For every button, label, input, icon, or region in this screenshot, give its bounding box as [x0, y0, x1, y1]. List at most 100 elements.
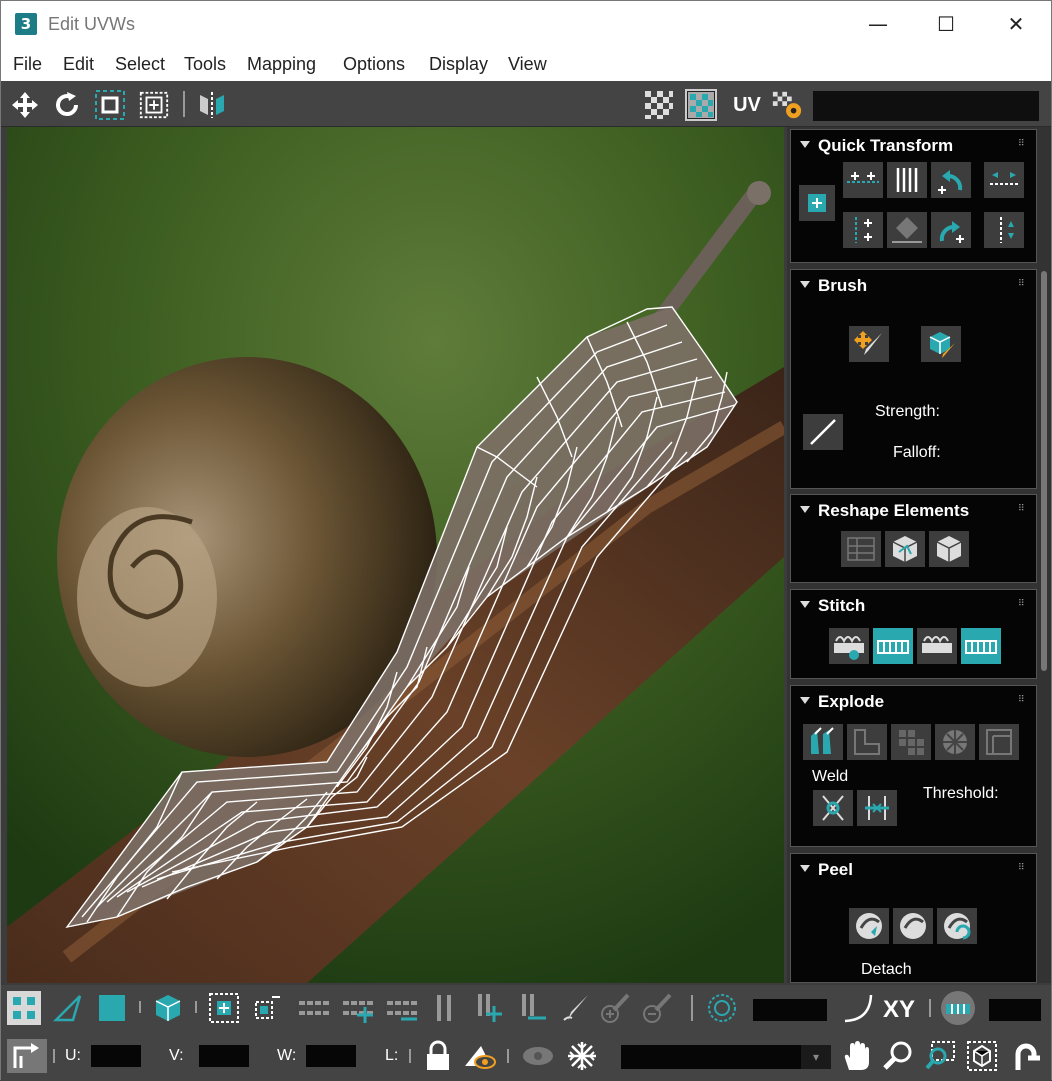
- target-weld-button[interactable]: [857, 790, 897, 826]
- flatten-by-smoothing-group-button[interactable]: [935, 724, 975, 760]
- stitch-custom-button[interactable]: [829, 628, 869, 664]
- brush-falloff-curve-button[interactable]: [803, 414, 843, 450]
- shrink-ring-icon[interactable]: [385, 991, 419, 1025]
- enlarge-brush-icon[interactable]: [599, 991, 633, 1025]
- panel-scrollbar[interactable]: [1041, 271, 1047, 671]
- move-icon[interactable]: [9, 89, 41, 121]
- menu-tools[interactable]: Tools: [184, 54, 226, 75]
- reset-peel-button[interactable]: [937, 908, 977, 944]
- lock-icon[interactable]: [421, 1039, 455, 1073]
- close-button[interactable]: ✕: [981, 1, 1051, 47]
- collapse-triangle-icon[interactable]: [800, 601, 810, 608]
- u-coordinate-field[interactable]: [91, 1045, 141, 1067]
- break-button[interactable]: [803, 724, 843, 760]
- texture-checker-toggle-icon[interactable]: [685, 89, 717, 121]
- drag-grip-icon[interactable]: ⠿: [1018, 599, 1026, 609]
- zoom-icon[interactable]: [881, 1039, 915, 1073]
- w-coordinate-field[interactable]: [306, 1045, 356, 1067]
- grow-ring-icon[interactable]: [341, 991, 375, 1025]
- grow-selection-icon[interactable]: [207, 991, 241, 1025]
- uv-channel-label[interactable]: UV: [728, 89, 766, 121]
- align-horizontal-button[interactable]: [843, 162, 883, 198]
- paint-move-brush-button[interactable]: [849, 326, 889, 362]
- selection-set-field[interactable]: [621, 1045, 801, 1069]
- menu-file[interactable]: File: [13, 54, 42, 75]
- rotate-icon[interactable]: [51, 89, 83, 121]
- hide-icon[interactable]: [463, 1039, 497, 1073]
- zoom-extents-icon[interactable]: [965, 1039, 999, 1073]
- peel-mode-button[interactable]: [893, 908, 933, 944]
- paint-select-icon[interactable]: [559, 991, 593, 1025]
- collapse-triangle-icon[interactable]: [800, 506, 810, 513]
- straighten-selection-button[interactable]: [841, 531, 881, 567]
- rollout-title[interactable]: Reshape Elements: [818, 501, 969, 521]
- menu-view[interactable]: View: [508, 54, 547, 75]
- space-vertical-button[interactable]: [984, 212, 1024, 248]
- uv-settings-icon[interactable]: [771, 89, 803, 121]
- xy-space-toggle[interactable]: XY: [883, 996, 915, 1024]
- rollout-title[interactable]: Stitch: [818, 596, 865, 616]
- space-horizontal-button[interactable]: [887, 162, 927, 198]
- weld-selected-button[interactable]: [813, 790, 853, 826]
- freeze-icon[interactable]: [565, 1039, 599, 1073]
- pin-value-field[interactable]: [989, 999, 1041, 1021]
- zoom-region-icon[interactable]: [923, 1039, 957, 1073]
- minimize-button[interactable]: —: [843, 1, 913, 47]
- drag-grip-icon[interactable]: ⠿: [1018, 279, 1026, 289]
- freeform-mode-icon[interactable]: [138, 89, 170, 121]
- soft-selection-value-field[interactable]: [753, 999, 827, 1021]
- ring-select-icon[interactable]: [297, 991, 331, 1025]
- menu-display[interactable]: Display: [429, 54, 488, 75]
- stitch-to-source-button[interactable]: [961, 628, 1001, 664]
- rollout-title[interactable]: Quick Transform: [818, 136, 953, 156]
- grow-loop-icon[interactable]: [471, 991, 505, 1025]
- uv-editor-viewport[interactable]: [7, 127, 784, 983]
- v-coordinate-field[interactable]: [199, 1045, 249, 1067]
- stitch-to-target-button[interactable]: [873, 628, 913, 664]
- rollout-title[interactable]: Peel: [818, 860, 853, 880]
- drag-grip-icon[interactable]: ⠿: [1018, 139, 1026, 149]
- loop-select-icon[interactable]: [427, 991, 461, 1025]
- checker-pattern-icon[interactable]: [643, 89, 675, 121]
- flatten-by-material-button[interactable]: [891, 724, 931, 760]
- rollout-title[interactable]: Explode: [818, 692, 884, 712]
- pin-selection-icon[interactable]: [941, 991, 975, 1025]
- quick-peel-button[interactable]: [849, 908, 889, 944]
- scale-icon[interactable]: [94, 89, 126, 121]
- face-select-icon[interactable]: [95, 991, 129, 1025]
- falloff-curve-icon[interactable]: [841, 991, 875, 1025]
- flatten-by-polygon-angle-button[interactable]: [847, 724, 887, 760]
- set-pivot-button[interactable]: [799, 185, 835, 221]
- menu-options[interactable]: Options: [343, 54, 405, 75]
- rotate-cw-90-button[interactable]: [931, 212, 971, 248]
- align-to-edge-button[interactable]: [887, 212, 927, 248]
- relax-settings-button[interactable]: [929, 531, 969, 567]
- edge-select-icon[interactable]: [51, 991, 85, 1025]
- relax-brush-button[interactable]: [921, 326, 961, 362]
- drag-grip-icon[interactable]: ⠿: [1018, 504, 1026, 514]
- menu-edit[interactable]: Edit: [63, 54, 94, 75]
- vertex-select-icon[interactable]: [7, 991, 41, 1025]
- toolbar-dropdown[interactable]: [813, 91, 1039, 121]
- element-select-icon[interactable]: [151, 991, 185, 1025]
- drag-grip-icon[interactable]: ⠿: [1018, 863, 1026, 873]
- selection-set-dropdown-arrow-icon[interactable]: ▾: [801, 1045, 831, 1069]
- collapse-triangle-icon[interactable]: [800, 865, 810, 872]
- rotate-ccw-90-button[interactable]: [931, 162, 971, 198]
- rollout-title[interactable]: Brush: [818, 276, 867, 296]
- align-vertical-button[interactable]: [843, 212, 883, 248]
- stitch-average-button[interactable]: [917, 628, 957, 664]
- mirror-icon[interactable]: [196, 89, 228, 121]
- collapse-triangle-icon[interactable]: [800, 281, 810, 288]
- pan-hand-icon[interactable]: [839, 1039, 873, 1073]
- absolute-offset-toggle-icon[interactable]: [7, 1039, 47, 1073]
- shrink-selection-icon[interactable]: [249, 991, 283, 1025]
- soft-selection-icon[interactable]: [705, 991, 739, 1025]
- maximize-button[interactable]: ☐: [911, 1, 981, 47]
- shrink-loop-icon[interactable]: [515, 991, 549, 1025]
- collapse-triangle-icon[interactable]: [800, 141, 810, 148]
- menu-mapping[interactable]: Mapping: [247, 54, 316, 75]
- align-top-button[interactable]: [984, 162, 1024, 198]
- explode-settings-button[interactable]: [979, 724, 1019, 760]
- relax-button[interactable]: [885, 531, 925, 567]
